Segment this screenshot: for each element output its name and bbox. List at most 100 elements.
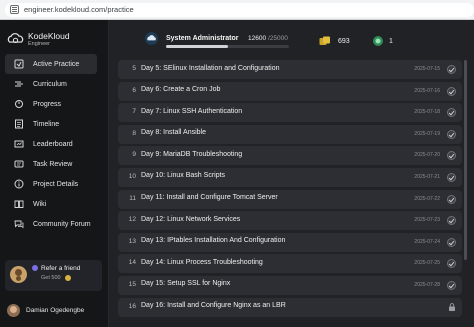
browser-address-bar: engineer.kodekloud.com/practice	[0, 0, 474, 20]
refer-subtitle: Get 500	[41, 275, 61, 281]
stats-bar: System Administrator 12600 /25000 693 1	[110, 20, 474, 60]
task-number: 13	[128, 237, 136, 245]
check-icon	[447, 86, 456, 96]
task-number: 15	[128, 280, 136, 288]
sidebar-item-active-practice[interactable]: Active Practice	[5, 54, 97, 74]
route-icon	[14, 79, 24, 89]
user-name: Damian Ogedengbe	[26, 307, 85, 314]
task-title: Day 7: Linux SSH Authentication	[141, 107, 243, 115]
task-title: Day 9: MariaDB Troubleshooting	[141, 150, 243, 158]
check-icon	[447, 280, 456, 290]
task-completed-date: 2025-07-16	[414, 87, 440, 94]
task-row[interactable]: 15 Day 15: Setup SSL for Nginx 2025-07-28	[118, 275, 462, 295]
task-title: Day 13: IPtables Installation And Config…	[141, 237, 286, 245]
badges-count: 1	[389, 38, 393, 45]
task-completed-date: 2025-07-18	[414, 109, 440, 116]
task-completed-date: 2025-07-19	[414, 130, 440, 137]
task-completed-date: 2025-07-24	[414, 238, 440, 245]
task-completed-date: 2025-07-25	[414, 260, 440, 267]
rank-cloud-icon	[144, 31, 159, 46]
sidebar-item-curriculum[interactable]: Curriculum	[5, 74, 97, 94]
refer-title: Refer a friend	[41, 265, 81, 272]
target-icon	[14, 59, 24, 69]
task-row[interactable]: 13 Day 13: IPtables Installation And Conf…	[118, 232, 462, 252]
refer-a-friend-card[interactable]: Refer a friend Get 500	[5, 260, 102, 291]
check-icon	[447, 237, 456, 247]
task-row[interactable]: 8 Day 8: Install Ansible 2025-07-19	[118, 124, 462, 144]
sidebar-item-wiki[interactable]: Wiki	[5, 194, 97, 214]
coin-icon	[65, 275, 71, 281]
lock-icon	[449, 302, 455, 311]
check-icon	[447, 129, 456, 139]
task-title: Day 10: Linux Bash Scripts	[141, 172, 226, 180]
task-number: 14	[128, 259, 136, 267]
badge-icon	[373, 36, 383, 46]
task-row[interactable]: 5 Day 5: SElinux Installation and Configu…	[118, 60, 462, 79]
xp-progress-fill	[166, 45, 228, 48]
task-completed-date: 2025-07-22	[414, 195, 440, 202]
task-number: 6	[132, 86, 136, 94]
coins-icon	[319, 36, 330, 45]
task-title: Day 15: Setup SSL for Nginx	[141, 280, 231, 288]
scrollbar[interactable]	[464, 60, 467, 260]
brand-title: KodeKloud	[28, 30, 70, 41]
task-completed-date: 2025-07-15	[414, 66, 440, 72]
task-list: 5 Day 5: SElinux Installation and Configu…	[118, 60, 462, 327]
brand[interactable]: KodeKloud Engineer	[7, 31, 70, 48]
task-title: Day 5: SElinux Installation and Configur…	[141, 64, 280, 72]
check-icon	[447, 65, 456, 74]
task-row[interactable]: 11 Day 11: Install and Configure Tomcat S…	[118, 189, 462, 209]
task-completed-date: 2025-07-20	[414, 152, 440, 159]
sidebar-item-label: Project Details	[33, 180, 79, 188]
forum-icon	[14, 219, 24, 229]
check-icon	[447, 151, 456, 161]
xp-max: /25000	[268, 35, 288, 42]
task-row[interactable]: 10 Day 10: Linux Bash Scripts 2025-07-21	[118, 167, 462, 187]
check-icon	[447, 172, 456, 182]
sidebar-item-label: Timeline	[33, 120, 60, 128]
task-row[interactable]: 6 Day 6: Create a Cron Job 2025-07-16	[118, 81, 462, 101]
task-row[interactable]: 12 Day 12: Linux Network Services 2025-07-…	[118, 211, 462, 231]
xp-progress-bar	[166, 45, 289, 48]
timeline-icon	[14, 119, 24, 129]
task-row[interactable]: 14 Day 14: Linux Process Troubleshooting 2…	[118, 254, 462, 274]
sidebar-item-label: Progress	[33, 100, 62, 108]
task-row[interactable]: 16 Day 16: Install and Configure Nginx as…	[118, 297, 462, 317]
task-number: 8	[132, 129, 136, 137]
url-field[interactable]: engineer.kodekloud.com/practice	[5, 2, 474, 17]
sidebar-item-leaderboard[interactable]: Leaderboard	[5, 134, 97, 154]
sidebar-item-community-forum[interactable]: Community Forum	[5, 214, 97, 234]
sidebar-item-label: Wiki	[33, 200, 47, 208]
task-title: Day 11: Install and Configure Tomcat Ser…	[141, 194, 278, 202]
sidebar-item-progress[interactable]: Progress	[5, 94, 97, 114]
referral-avatar	[10, 266, 27, 283]
sidebar-item-label: Task Review	[33, 160, 73, 168]
task-completed-date: 2025-07-21	[414, 173, 440, 180]
sidebar: KodeKloud Engineer Active Practice Curri…	[0, 20, 109, 327]
sidebar-item-timeline[interactable]: Timeline	[5, 114, 97, 134]
leaderboard-icon	[14, 139, 24, 149]
sidebar-item-label: Community Forum	[33, 220, 91, 228]
gift-icon	[32, 265, 38, 271]
task-row[interactable]: 9 Day 9: MariaDB Troubleshooting 2025-07-2…	[118, 146, 462, 166]
sidebar-item-project-details[interactable]: Project Details	[5, 174, 97, 194]
progress-icon	[14, 99, 24, 109]
avatar	[7, 304, 20, 317]
url-text: engineer.kodekloud.com/practice	[24, 5, 134, 14]
info-icon	[14, 179, 24, 189]
task-number: 9	[132, 151, 136, 159]
site-info-icon[interactable]	[10, 5, 19, 14]
user-profile[interactable]: Damian Ogedengbe	[7, 304, 84, 317]
sidebar-item-label: Active Practice	[33, 60, 80, 68]
sidebar-item-label: Curriculum	[33, 80, 67, 88]
rank-title: System Administrator	[166, 35, 239, 42]
task-title: Day 14: Linux Process Troubleshooting	[141, 258, 263, 266]
sidebar-nav: Active Practice Curriculum Progress Time…	[5, 54, 97, 234]
task-number: 11	[129, 194, 136, 202]
brand-subtitle: Engineer	[28, 40, 51, 47]
task-row[interactable]: 7 Day 7: Linux SSH Authentication 2025-07-…	[118, 103, 462, 123]
task-number: 10	[128, 172, 136, 180]
kodekloud-logo-icon	[7, 33, 24, 43]
sidebar-item-task-review[interactable]: Task Review	[5, 154, 97, 174]
review-icon	[14, 159, 24, 169]
